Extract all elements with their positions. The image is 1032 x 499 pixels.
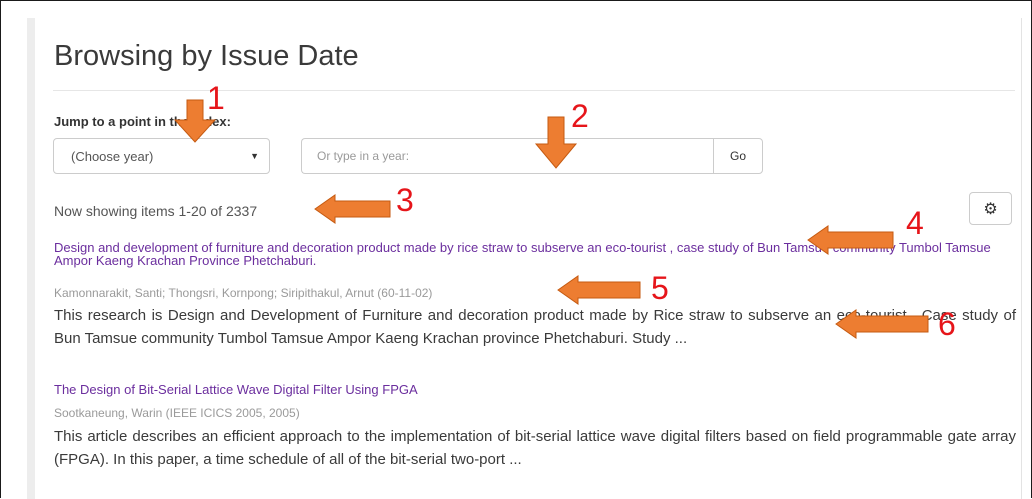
annotation-number: 6 (938, 306, 956, 342)
arrow-5 (557, 275, 641, 305)
annotation-number: 5 (651, 270, 669, 306)
annotation-number: 4 (906, 205, 924, 241)
annotation-number: 3 (396, 182, 414, 218)
arrow-3 (314, 194, 391, 224)
arrow-2 (534, 116, 578, 169)
arrow-6 (835, 309, 929, 339)
annotation-arrows (173, 99, 929, 339)
annotation-number: 1 (207, 80, 225, 116)
arrow-4 (807, 225, 894, 255)
annotation-number: 2 (571, 98, 589, 134)
